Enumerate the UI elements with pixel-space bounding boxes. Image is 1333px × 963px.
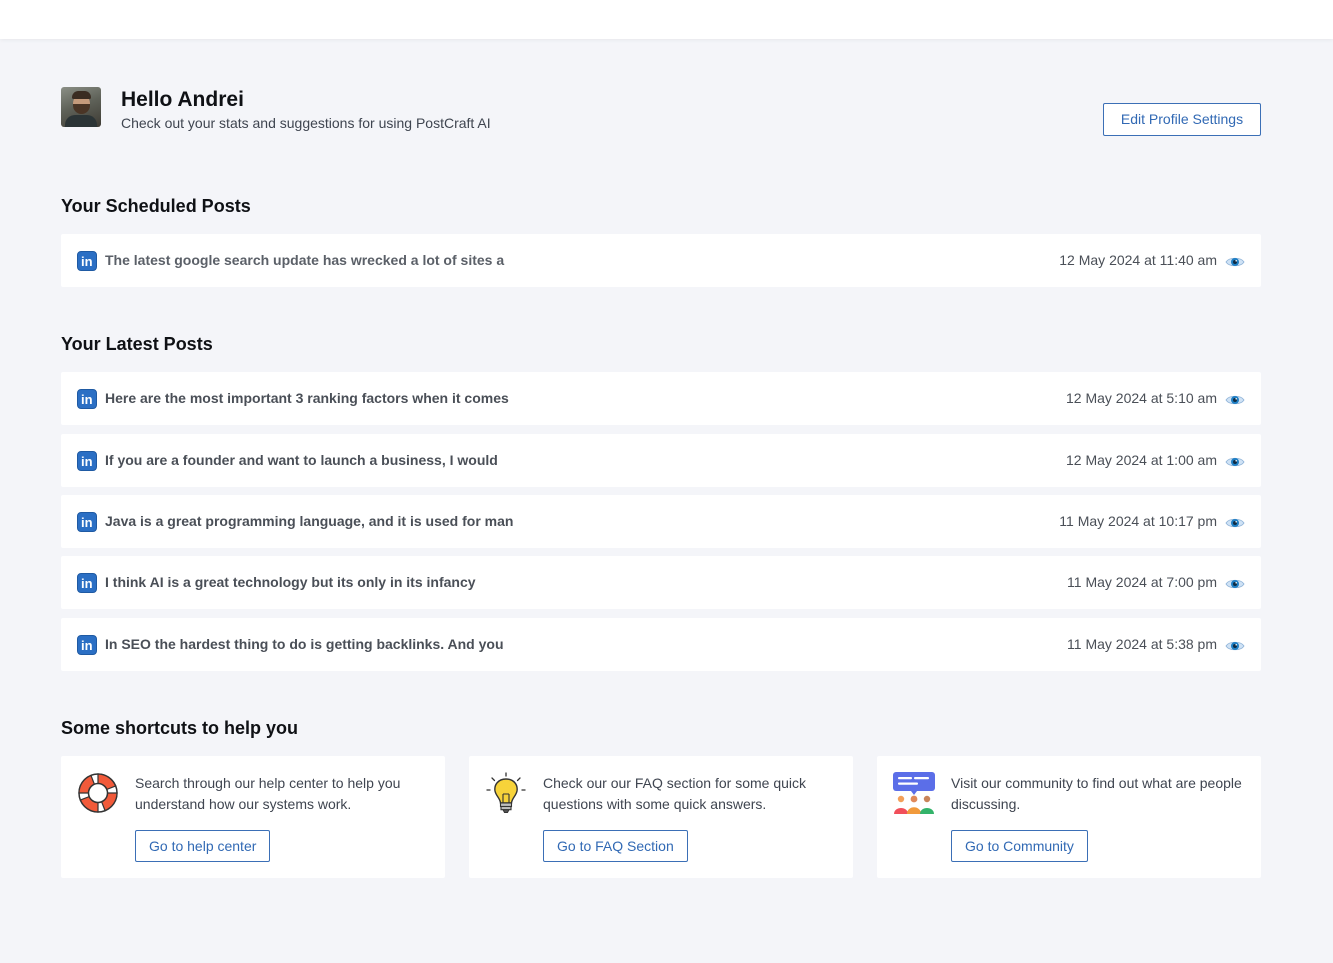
lightbulb-icon <box>486 772 526 813</box>
linkedin-icon: in <box>77 512 97 532</box>
eye-icon[interactable] <box>1225 516 1245 530</box>
greeting-subtitle: Check out your stats and suggestions for… <box>121 115 491 131</box>
linkedin-icon: in <box>77 451 97 471</box>
go-to-faq-section-button[interactable]: Go to FAQ Section <box>543 830 688 862</box>
shortcut-description: Search through our help center to help y… <box>135 775 401 812</box>
shortcut-description: Visit our community to find out what are… <box>951 775 1242 812</box>
latest-posts-title: Your Latest Posts <box>61 334 213 354</box>
post-date: 12 May 2024 at 5:10 am <box>1066 390 1217 406</box>
post-text: Java is a great programming language, an… <box>105 513 514 529</box>
latest-post-row[interactable]: in Java is a great programming language,… <box>61 495 1261 548</box>
eye-icon[interactable] <box>1225 577 1245 591</box>
latest-post-row[interactable]: in In SEO the hardest thing to do is get… <box>61 618 1261 671</box>
greeting-title: Hello Andrei <box>121 88 244 111</box>
profile-header: Hello Andrei Check out your stats and su… <box>61 87 1261 137</box>
linkedin-icon: in <box>77 635 97 655</box>
post-text: The latest google search update has wrec… <box>105 252 505 268</box>
post-date: 11 May 2024 at 10:17 pm <box>1059 513 1217 529</box>
eye-icon[interactable] <box>1225 455 1245 469</box>
post-text: In SEO the hardest thing to do is gettin… <box>105 636 504 652</box>
linkedin-icon: in <box>77 389 97 409</box>
latest-post-row[interactable]: in Here are the most important 3 ranking… <box>61 372 1261 425</box>
scheduled-posts-title: Your Scheduled Posts <box>61 196 251 216</box>
linkedin-icon: in <box>77 251 97 271</box>
shortcut-description: Check our our FAQ section for some quick… <box>543 775 806 812</box>
eye-icon[interactable] <box>1225 393 1245 407</box>
post-date: 11 May 2024 at 5:38 pm <box>1067 636 1217 652</box>
post-date: 12 May 2024 at 11:40 am <box>1059 252 1217 268</box>
go-to-community-button[interactable]: Go to Community <box>951 830 1088 862</box>
avatar[interactable] <box>61 87 101 127</box>
post-text: If you are a founder and want to launch … <box>105 452 498 468</box>
post-date: 11 May 2024 at 7:00 pm <box>1067 574 1217 590</box>
post-date: 12 May 2024 at 1:00 am <box>1066 452 1217 468</box>
go-to-help-center-button[interactable]: Go to help center <box>135 830 271 862</box>
eye-icon[interactable] <box>1225 639 1245 653</box>
edit-profile-settings-button[interactable]: Edit Profile Settings <box>1103 103 1261 136</box>
linkedin-icon: in <box>77 573 97 593</box>
lifebuoy-icon <box>78 773 118 813</box>
latest-post-row[interactable]: in I think AI is a great technology but … <box>61 556 1261 609</box>
community-icon <box>893 772 935 814</box>
latest-post-row[interactable]: in If you are a founder and want to laun… <box>61 434 1261 487</box>
shortcut-card-help-center: Search through our help center to help y… <box>61 756 445 878</box>
shortcut-card-community: Visit our community to find out what are… <box>877 756 1261 878</box>
eye-icon[interactable] <box>1225 255 1245 269</box>
shortcut-card-faq: Check our our FAQ section for some quick… <box>469 756 853 878</box>
post-text: I think AI is a great technology but its… <box>105 574 476 590</box>
post-text: Here are the most important 3 ranking fa… <box>105 390 509 406</box>
scheduled-post-row[interactable]: in The latest google search update has w… <box>61 234 1261 287</box>
shortcuts-title: Some shortcuts to help you <box>61 718 299 738</box>
top-navbar <box>0 0 1333 39</box>
